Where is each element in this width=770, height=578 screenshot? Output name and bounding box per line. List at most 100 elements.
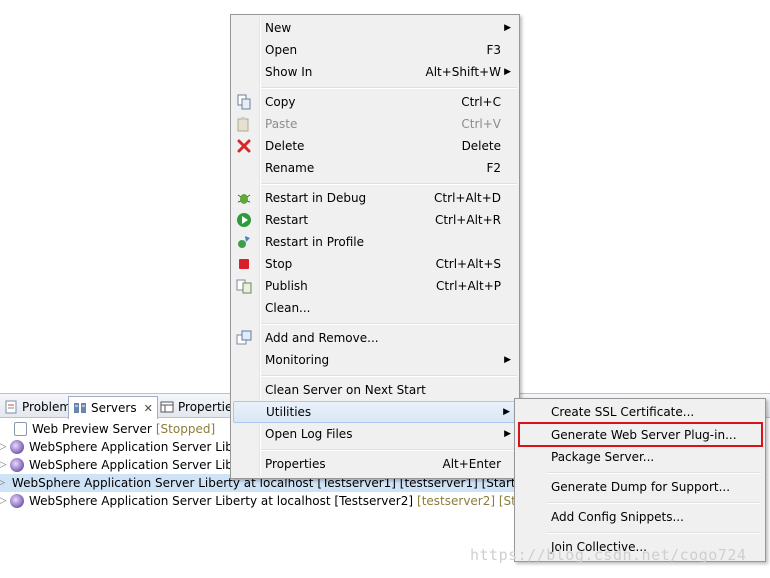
paste-icon <box>236 116 252 132</box>
stop-icon <box>236 256 252 272</box>
submenu-arrow-icon: ▶ <box>504 355 511 365</box>
liberty-server-icon <box>10 458 24 472</box>
menu-separator <box>261 449 517 451</box>
menu-item-delete[interactable]: Delete Delete <box>233 135 517 157</box>
debug-icon <box>236 190 252 206</box>
submenu-item-create-ssl-certificate[interactable]: Create SSL Certificate... <box>517 401 763 423</box>
submenu-arrow-icon: ▶ <box>504 429 511 439</box>
menu-item-show-in[interactable]: Show In Alt+Shift+W ▶ <box>233 61 517 83</box>
expand-icon[interactable]: ▷ <box>0 496 8 506</box>
submenu-item-generate-dump-for-support[interactable]: Generate Dump for Support... <box>517 476 763 498</box>
menu-item-label: Monitoring <box>265 353 330 367</box>
menu-item-clean-server-on-next-start[interactable]: Clean Server on Next Start <box>233 379 517 401</box>
menu-item-label: Add and Remove... <box>265 331 379 345</box>
server-state: [Stopped] <box>155 422 216 436</box>
restart-icon <box>236 212 252 228</box>
menu-item-paste[interactable]: Paste Ctrl+V <box>233 113 517 135</box>
menu-item-shortcut: F2 <box>486 161 501 175</box>
menu-item-label: Rename <box>265 161 315 175</box>
menu-separator <box>261 87 517 89</box>
add-remove-icon <box>236 330 252 346</box>
server-name: WebSphere Application Server Liberty <box>29 440 258 454</box>
menu-item-shortcut: F3 <box>486 43 501 57</box>
submenu-separator <box>547 532 761 534</box>
menu-item-monitoring[interactable]: Monitoring ▶ <box>233 349 517 371</box>
menu-item-label: Open <box>265 43 298 57</box>
submenu-item-add-config-snippets[interactable]: Add Config Snippets... <box>517 506 763 528</box>
menu-item-publish[interactable]: Publish Ctrl+Alt+P <box>233 275 517 297</box>
profile-icon <box>236 234 252 250</box>
context-menu: New ▶ Open F3 Show In Alt+Shift+W ▶ Copy… <box>230 14 520 479</box>
menu-item-label: Clean... <box>265 301 311 315</box>
web-preview-icon <box>14 422 27 436</box>
menu-item-label: Show In <box>265 65 313 79</box>
menu-item-shortcut: Alt+Shift+W <box>425 65 502 79</box>
expand-icon[interactable]: ▷ <box>0 460 8 470</box>
tab-servers[interactable]: Servers ✕ <box>68 396 158 419</box>
submenu-item-label: Package Server... <box>551 450 655 464</box>
submenu-item-label: Generate Dump for Support... <box>551 480 731 494</box>
server-row[interactable]: ▷ WebSphere Application Server Liberty a… <box>0 492 592 510</box>
submenu-arrow-icon: ▶ <box>504 67 511 77</box>
menu-item-shortcut: Ctrl+Alt+R <box>434 213 501 227</box>
menu-item-label: Utilities <box>266 405 312 419</box>
publish-icon <box>236 278 252 294</box>
menu-item-properties[interactable]: Properties Alt+Enter <box>233 453 517 475</box>
copy-icon <box>236 94 252 110</box>
tab-label: Servers <box>91 401 137 415</box>
liberty-server-icon <box>10 494 24 508</box>
menu-item-shortcut: Ctrl+Alt+P <box>436 279 501 293</box>
server-row[interactable]: Web Preview Server [Stopped] <box>12 420 215 438</box>
menu-item-shortcut: Ctrl+Alt+D <box>434 191 501 205</box>
utilities-submenu: Create SSL Certificate... Generate Web S… <box>514 398 766 562</box>
delete-icon <box>236 138 252 154</box>
menu-item-restart-in-profile[interactable]: Restart in Profile <box>233 231 517 253</box>
submenu-item-package-server[interactable]: Package Server... <box>517 446 763 468</box>
problems-icon <box>4 400 18 414</box>
menu-item-restart[interactable]: Restart Ctrl+Alt+R <box>233 209 517 231</box>
submenu-arrow-icon: ▶ <box>504 23 511 33</box>
menu-item-label: New <box>265 21 292 35</box>
expand-icon[interactable]: ▷ <box>0 442 8 452</box>
submenu-item-label: Add Config Snippets... <box>551 510 684 524</box>
menu-item-label: Open Log Files <box>265 427 353 441</box>
menu-item-clean[interactable]: Clean... <box>233 297 517 319</box>
menu-item-label: Restart <box>265 213 309 227</box>
properties-icon <box>160 400 174 414</box>
liberty-server-icon <box>10 440 24 454</box>
submenu-item-label: Create SSL Certificate... <box>551 405 695 419</box>
menu-item-label: Clean Server on Next Start <box>265 383 426 397</box>
submenu-arrow-icon: ▶ <box>503 407 510 417</box>
server-name: WebSphere Application Server Liberty <box>29 458 258 472</box>
menu-item-new[interactable]: New ▶ <box>233 17 517 39</box>
menu-item-stop[interactable]: Stop Ctrl+Alt+S <box>233 253 517 275</box>
menu-item-label: Restart in Profile <box>265 235 365 249</box>
menu-item-add-and-remove[interactable]: Add and Remove... <box>233 327 517 349</box>
close-icon[interactable]: ✕ <box>144 402 153 415</box>
server-name: Web Preview Server <box>32 422 152 436</box>
menu-item-label: Stop <box>265 257 293 271</box>
menu-separator <box>261 323 517 325</box>
servers-icon <box>73 401 87 415</box>
menu-item-rename[interactable]: Rename F2 <box>233 157 517 179</box>
menu-item-utilities[interactable]: Utilities ▶ <box>233 401 517 423</box>
server-row[interactable]: ▷ WebSphere Application Server Liberty <box>0 456 257 474</box>
menu-item-shortcut: Delete <box>461 139 501 153</box>
menu-item-shortcut: Ctrl+C <box>461 95 501 109</box>
menu-item-label: Properties <box>265 457 326 471</box>
menu-item-label: Paste <box>265 117 298 131</box>
red-highlight-box <box>518 422 763 447</box>
menu-separator <box>261 375 517 377</box>
submenu-separator <box>547 472 761 474</box>
expand-icon[interactable]: ▷ <box>0 478 5 488</box>
menu-item-restart-in-debug[interactable]: Restart in Debug Ctrl+Alt+D <box>233 187 517 209</box>
menu-item-shortcut: Ctrl+Alt+S <box>435 257 501 271</box>
menu-item-copy[interactable]: Copy Ctrl+C <box>233 91 517 113</box>
server-row[interactable]: ▷ WebSphere Application Server Liberty <box>0 438 257 456</box>
menu-item-shortcut: Alt+Enter <box>442 457 501 471</box>
submenu-separator <box>547 502 761 504</box>
menu-item-open[interactable]: Open F3 <box>233 39 517 61</box>
menu-separator <box>261 183 517 185</box>
menu-item-open-log-files[interactable]: Open Log Files ▶ <box>233 423 517 445</box>
menu-item-label: Publish <box>265 279 308 293</box>
